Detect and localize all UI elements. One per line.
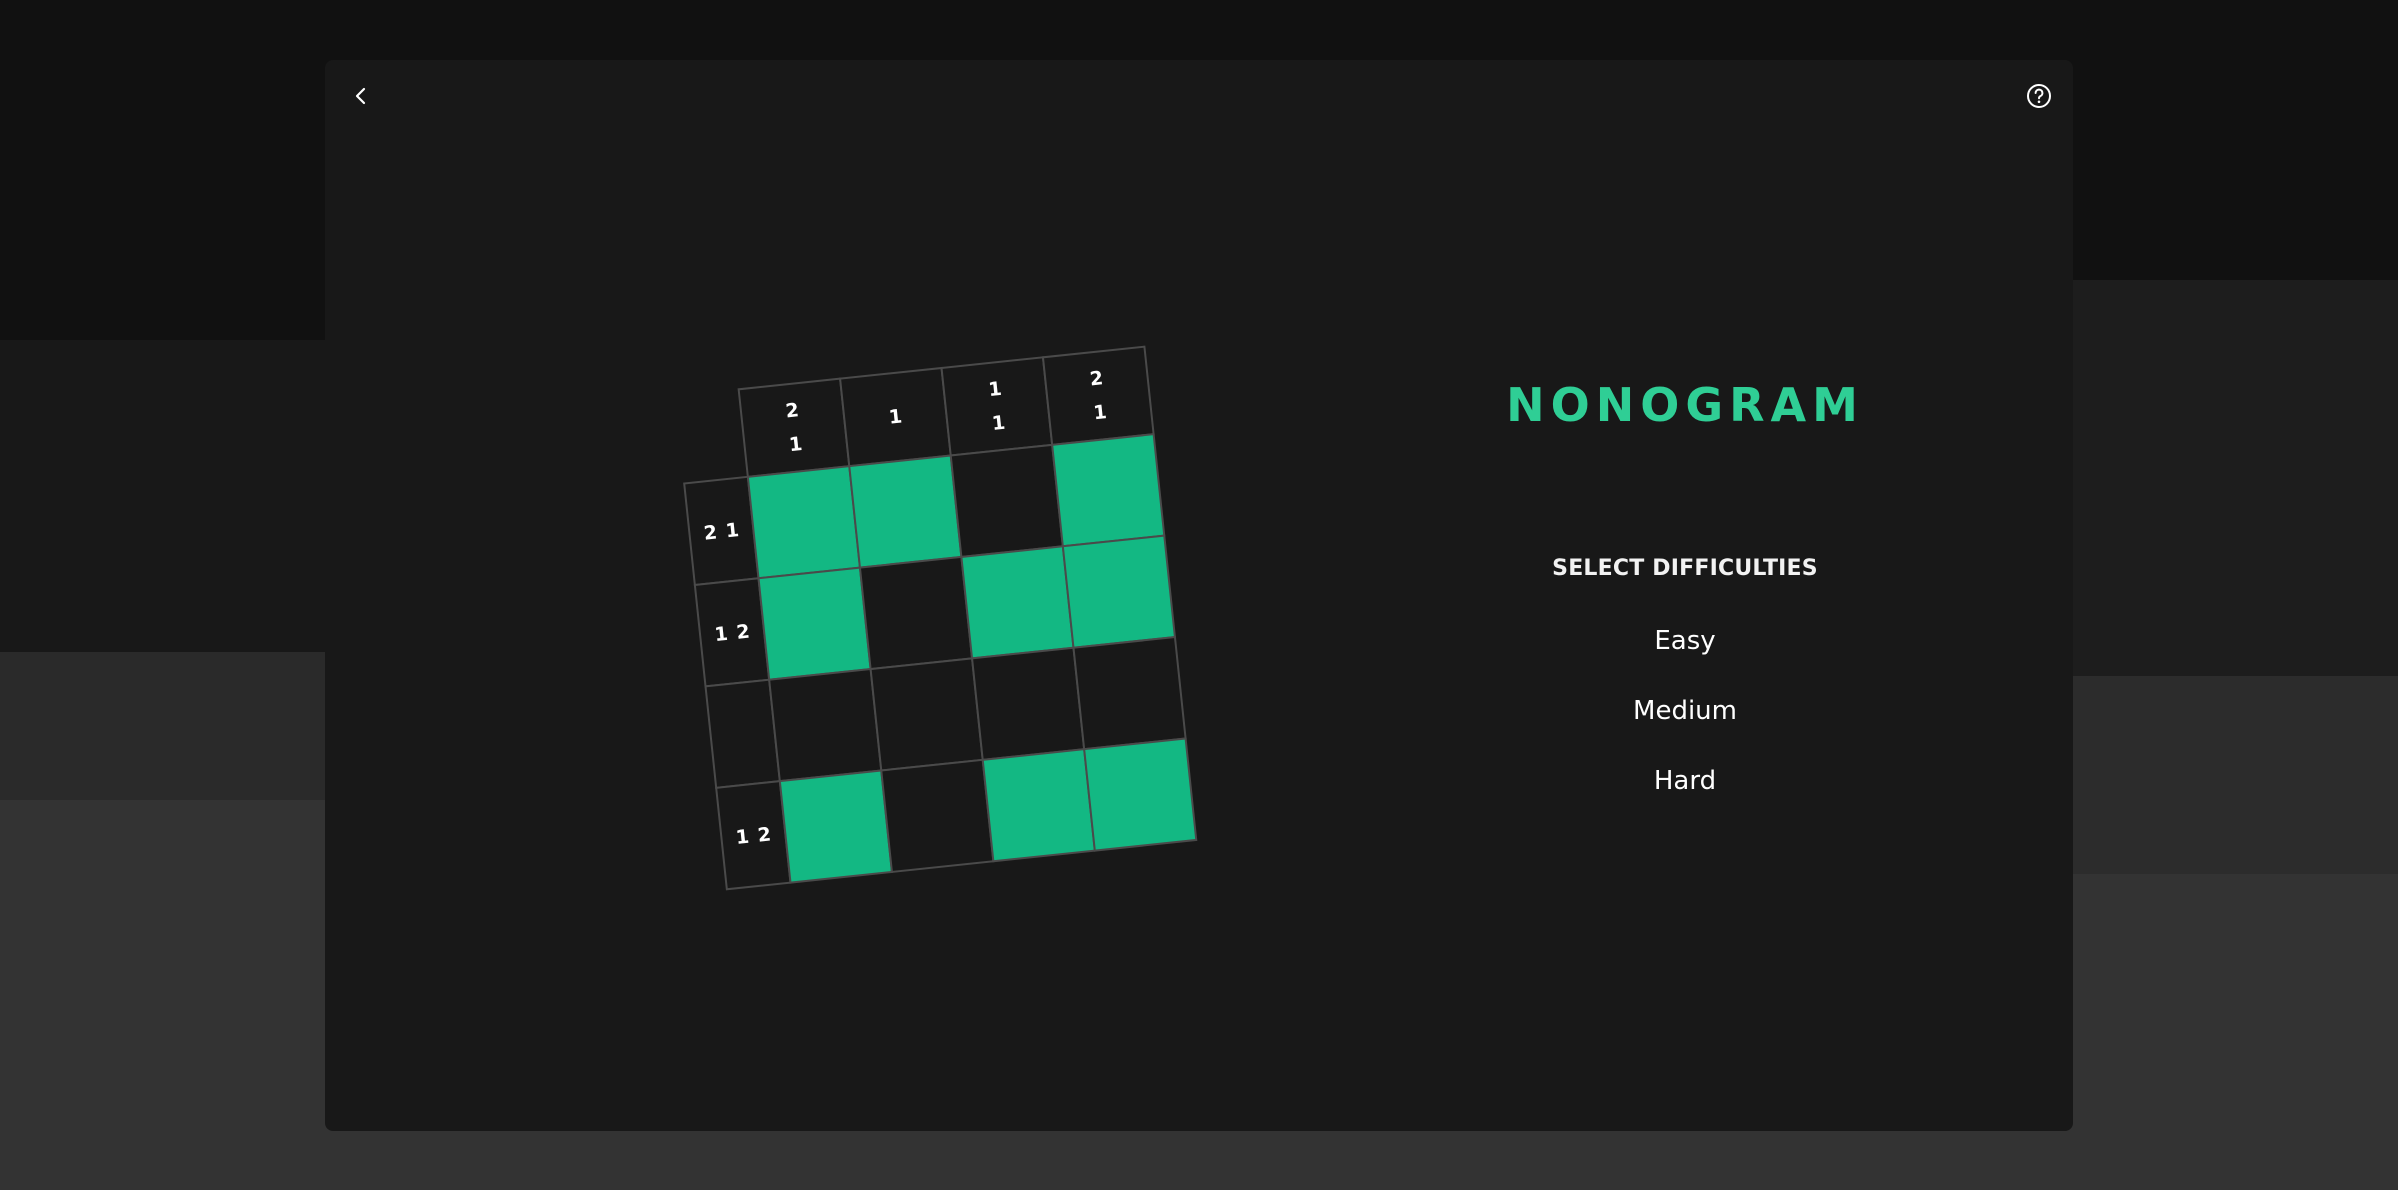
column-clue-number: 1 bbox=[888, 405, 903, 428]
column-clue-box bbox=[1041, 345, 1155, 446]
empty-cell bbox=[880, 758, 995, 874]
help-button[interactable] bbox=[2023, 80, 2055, 112]
row-clue-box bbox=[693, 577, 771, 688]
column-clue-number: 1 bbox=[1092, 401, 1107, 424]
empty-cell bbox=[768, 667, 883, 783]
row-clue-box bbox=[715, 780, 792, 891]
filled-cell bbox=[746, 465, 862, 580]
game-menu-panel: 2111121211212 NONOGRAM SELECT DIFFICULTI… bbox=[325, 60, 2073, 1131]
background-band-right-lower bbox=[2072, 676, 2398, 874]
menu-column: NONOGRAM SELECT DIFFICULTIES Easy Medium… bbox=[1405, 60, 1965, 1131]
question-circle-icon bbox=[2027, 84, 2051, 108]
column-clue-number: 1 bbox=[788, 433, 803, 456]
nonogram-preview-board: 2111121211212 bbox=[615, 328, 1198, 891]
row-clue-number: 1 bbox=[725, 519, 740, 542]
column-clue-number: 2 bbox=[1089, 367, 1104, 390]
nonogram-preview-grid: 21111212 11 21 2 bbox=[683, 345, 1198, 891]
filled-cell bbox=[1061, 534, 1177, 649]
filled-cell bbox=[981, 748, 1096, 863]
empty-cell bbox=[949, 443, 1064, 559]
difficulty-medium-button[interactable]: Medium bbox=[1585, 691, 1785, 731]
column-clue-number: 1 bbox=[987, 378, 1002, 401]
filled-cell bbox=[848, 454, 963, 569]
row-clue-number: 2 bbox=[757, 823, 772, 846]
empty-cell bbox=[1072, 635, 1187, 751]
row-clue-number: 2 bbox=[735, 621, 750, 644]
column-clue-box bbox=[737, 377, 851, 478]
difficulty-easy-button[interactable]: Easy bbox=[1585, 621, 1785, 661]
chevron-left-icon bbox=[355, 87, 366, 105]
row-clue-number: 1 bbox=[735, 826, 750, 849]
filled-cell bbox=[757, 566, 872, 681]
row-clue-box bbox=[683, 475, 760, 587]
column-clue-number: 2 bbox=[784, 399, 799, 422]
row-clue-number: 2 bbox=[703, 521, 718, 544]
row-clue-box bbox=[704, 678, 781, 789]
row-clue-number: 1 bbox=[713, 623, 728, 646]
empty-cell bbox=[970, 646, 1086, 761]
empty-cell bbox=[869, 657, 984, 772]
game-title: NONOGRAM bbox=[1506, 378, 1864, 432]
filled-cell bbox=[1051, 433, 1166, 548]
filled-cell bbox=[778, 769, 894, 884]
column-clue-box bbox=[940, 356, 1054, 457]
back-button[interactable] bbox=[345, 80, 377, 112]
select-difficulty-label: SELECT DIFFICULTIES bbox=[1552, 556, 1818, 581]
background-band-right-upper bbox=[2072, 280, 2398, 676]
filled-cell bbox=[960, 545, 1075, 660]
empty-cell bbox=[858, 555, 974, 671]
filled-cell bbox=[1083, 737, 1198, 852]
column-clue-number: 1 bbox=[991, 412, 1006, 435]
difficulty-hard-button[interactable]: Hard bbox=[1585, 761, 1785, 801]
